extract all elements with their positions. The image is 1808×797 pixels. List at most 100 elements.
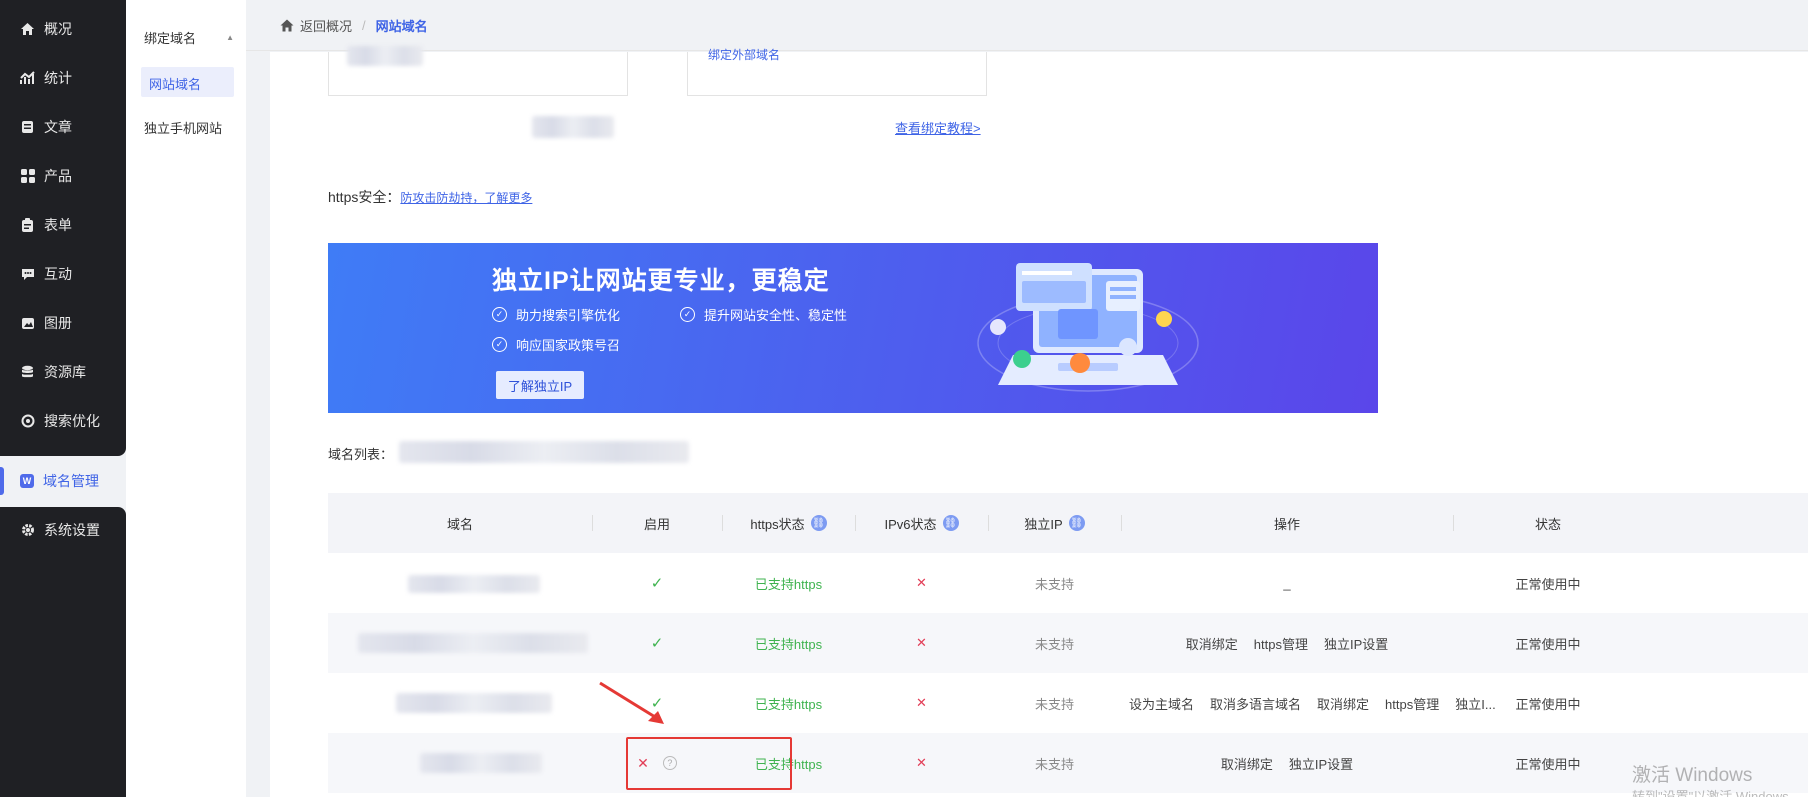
article-icon [20,120,35,135]
col-enabled: 启用 [643,516,670,532]
https-status: 已支持https [754,636,823,652]
domain-icon: W [20,474,34,488]
ip-settings-link[interactable]: 独立IP设置 [1324,634,1388,653]
status-text: 正常使用中 [1515,696,1581,712]
status-text: 正常使用中 [1515,636,1581,652]
product-icon [20,169,35,184]
ip-status: 未支持 [1034,696,1074,712]
row-ops: _ [1121,553,1453,613]
cancel-multilang-link[interactable]: 取消多语言域名 [1210,694,1301,713]
status-text: 正常使用中 [1515,756,1581,772]
https-manage-link[interactable]: https管理 [1385,694,1439,713]
col-ip: 独立IP ⛓ [1024,515,1085,532]
sidebar-item-forms[interactable]: 表单 [0,200,126,250]
independent-ip-banner[interactable]: 独立IP让网站更专业，更稳定 ✓ 助力搜索引擎优化 ✓ 提升网站安全性、稳定性 ✓ 响… [328,243,1378,413]
link-icon[interactable]: ⛓ [942,515,959,531]
col-ipv6: IPv6状态 ⛓ [884,515,959,532]
active-indicator [0,467,4,495]
check-circle-icon: ✓ [680,307,695,322]
main-sidebar: 概况 统计 文章 产品 表单 互动 图册 资源库 搜索优化 W 域名管理 系统设… [0,0,126,797]
col-ops: 操作 [1273,516,1300,532]
sidebar-item-articles[interactable]: 文章 [0,102,126,152]
sidebar-item-products[interactable]: 产品 [0,151,126,201]
sidebar-item-overview[interactable]: 概况 [0,4,126,54]
link-icon[interactable]: ⛓ [810,515,827,531]
sidebar-item-label: 资源库 [44,364,86,380]
https-label: https安全： [328,189,401,205]
table-header: 域名 启用 https状态 ⛓ IPv6状态 ⛓ 独立IP ⛓ 操作 状态 [328,493,1808,553]
learn-independent-ip-button[interactable]: 了解独立IP [496,371,584,399]
sidebar-item-label: 统计 [44,70,72,86]
database-icon [20,365,35,380]
ip-status: 未支持 [1034,576,1074,592]
sidebar-item-album[interactable]: 图册 [0,298,126,348]
sidebar-item-settings[interactable]: 系统设置 [0,505,126,555]
annotation-arrow-icon [599,681,664,724]
ipv6-status: ✕ [916,575,927,590]
sidebar-item-label: 搜索优化 [44,413,100,429]
breadcrumb: 返回概况 / 网站域名 [246,0,1808,51]
ipv6-status: ✕ [916,635,927,650]
sidebar-item-label: 图册 [44,315,72,331]
sidebar-item-domain[interactable]: W 域名管理 [0,456,126,506]
breadcrumb-current: 网站域名 [375,18,428,34]
set-primary-link[interactable]: 设为主域名 [1129,694,1194,713]
row-ops: 取消绑定 https管理 独立IP设置 [1121,613,1453,673]
op-placeholder: _ [1283,575,1291,591]
sidebar-item-label: 概况 [44,21,72,37]
row-ops: 设为主域名 取消多语言域名 取消绑定 https管理 独立I... [1121,673,1496,733]
bind-card-left [328,46,628,96]
sidebar-item-seo[interactable]: 搜索优化 [0,396,126,446]
bind-external-domain-link[interactable]: 绑定外部域名 [708,46,780,63]
annotation-highlight-box [626,737,792,790]
home-icon[interactable] [280,19,294,32]
col-https: https状态 ⛓ [750,515,827,532]
caret-up-icon: ▲ [226,33,234,42]
https-manage-link[interactable]: https管理 [1254,634,1308,653]
blurred-domain [420,753,542,773]
ipv6-status: ✕ [916,695,927,710]
https-info: https安全：防攻击防劫持，了解更多 [328,187,532,207]
status-text: 正常使用中 [1515,576,1581,592]
chat-icon [20,267,35,282]
subnav-item-website-domain[interactable]: 网站域名 [141,67,234,97]
check-circle-icon: ✓ [492,337,507,352]
sidebar-item-label: 产品 [44,168,72,184]
https-status: 已支持https [754,696,823,712]
banner-feature: ✓ 提升网站安全性、稳定性 [680,305,847,324]
blurred-domain [396,693,552,713]
enabled-check-icon[interactable]: ✓ [592,553,722,613]
bind-card-right: 绑定外部域名 [687,48,987,96]
table-row: ✓ 已支持https ✕ 未支持 取消绑定 https管理 独立IP设置 正常使… [328,613,1808,673]
https-learn-more-link[interactable]: 防攻击防劫持，了解更多 [400,191,532,205]
laptop-illustration-icon [977,263,1199,392]
unbind-link[interactable]: 取消绑定 [1221,754,1273,773]
main-content: 绑定外部域名 查看绑定教程> https安全：防攻击防劫持，了解更多 独立IP让… [270,46,1808,797]
table-row: ✕ ? 已支持https ✕ 未支持 取消绑定 独立IP设置 正常使用中 [328,733,1808,793]
table-row: ✓ 已支持https ✕ 未支持 _ 正常使用中 [328,553,1808,613]
ip-settings-link[interactable]: 独立IP设置 [1289,754,1353,773]
link-icon[interactable]: ⛓ [1068,515,1085,531]
breadcrumb-back-link[interactable]: 返回概况 [300,16,352,35]
subnav-group-bind-domain[interactable]: 绑定域名 ▲ [144,28,234,47]
bind-tutorial-link[interactable]: 查看绑定教程> [895,118,981,137]
album-icon [20,316,35,331]
sidebar-item-interaction[interactable]: 互动 [0,249,126,299]
ipv6-status: ✕ [916,755,927,770]
secondary-sidebar: 绑定域名 ▲ 网站域名 独立手机网站 [126,0,246,797]
seo-icon [20,414,35,429]
blurred-domain [347,46,423,66]
unbind-link[interactable]: 取消绑定 [1317,694,1369,713]
subnav-item-mobile-site[interactable]: 独立手机网站 [144,118,222,137]
banner-feature: ✓ 响应国家政策号召 [492,335,620,354]
enabled-check-icon[interactable]: ✓ [592,613,722,673]
blurred-domain [408,575,540,593]
banner-title: 独立IP让网站更专业，更稳定 [492,267,830,295]
unbind-link[interactable]: 取消绑定 [1186,634,1238,653]
sidebar-item-resources[interactable]: 资源库 [0,347,126,397]
sidebar-item-label: 域名管理 [43,473,99,489]
windows-activation-hint: 转到"设置"以激活 Windows [1632,789,1789,797]
home-icon [20,22,35,37]
sidebar-item-label: 表单 [44,217,72,233]
sidebar-item-stats[interactable]: 统计 [0,53,126,103]
